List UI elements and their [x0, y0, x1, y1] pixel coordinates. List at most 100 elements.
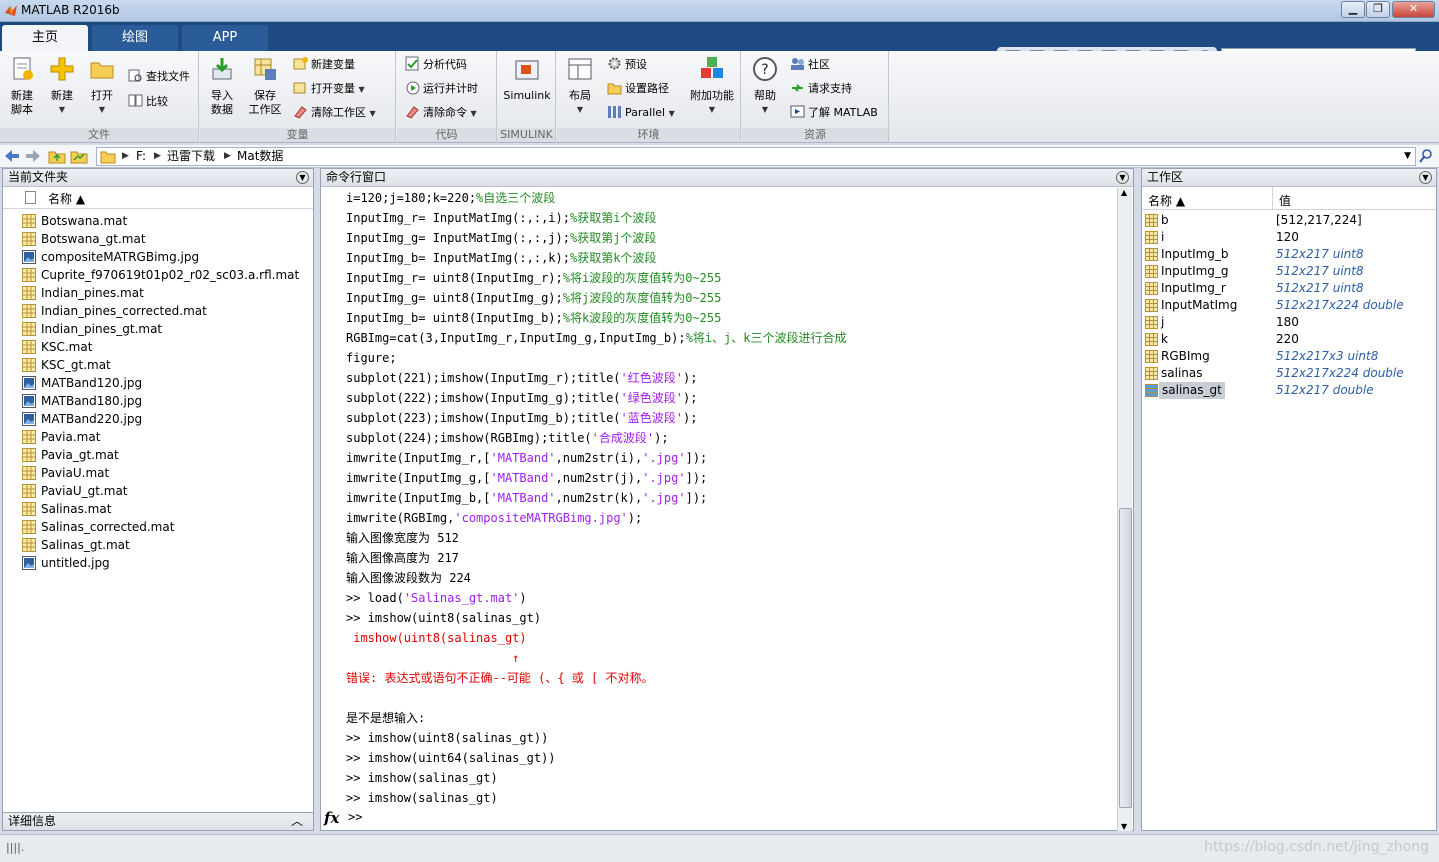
variable-icon	[1145, 316, 1158, 329]
mat-file-icon	[22, 520, 36, 534]
clear-commands-button[interactable]: 清除命令 ▼	[405, 104, 477, 122]
clear-commands-icon	[406, 106, 419, 119]
string-literal: 'MATBand'	[490, 491, 556, 505]
file-row[interactable]: compositeMATRGBimg.jpg	[3, 248, 313, 266]
file-row[interactable]: Salinas.mat	[3, 500, 313, 518]
chevron-up-icon[interactable]: ︿	[291, 813, 303, 830]
mat-file-icon	[22, 286, 36, 300]
address-field[interactable]: ▶ F: ▶ 迅雷下载 ▶ Mat数据 ▼	[96, 147, 1416, 166]
workspace-variable-row[interactable]: InputImg_g 512x217 uint8	[1142, 263, 1436, 280]
file-row[interactable]: Indian_pines.mat	[3, 284, 313, 302]
tab-apps[interactable]: APP	[182, 25, 268, 51]
file-row[interactable]: MATBand180.jpg	[3, 392, 313, 410]
file-row[interactable]: Pavia.mat	[3, 428, 313, 446]
file-row[interactable]: MATBand220.jpg	[3, 410, 313, 428]
layout-button[interactable]: 布局 ▼	[563, 55, 597, 117]
back-arrow-icon[interactable]	[3, 148, 21, 164]
file-row[interactable]: Cuprite_f970619t01p02_r02_sc03.a.rfl.mat	[3, 266, 313, 284]
panel-menu-icon[interactable]: ▼	[1419, 171, 1432, 184]
file-row[interactable]: KSC.mat	[3, 338, 313, 356]
value-column-header[interactable]: 值	[1279, 192, 1291, 209]
tab-home[interactable]: 主页	[2, 25, 88, 51]
file-row[interactable]: PaviaU.mat	[3, 464, 313, 482]
find-files-button[interactable]: 查找文件	[128, 68, 190, 86]
workspace-variable-row[interactable]: InputImg_r 512x217 uint8	[1142, 280, 1436, 297]
forward-arrow-icon[interactable]	[24, 148, 42, 164]
details-panel-header[interactable]: 详细信息 ︿	[2, 812, 314, 831]
workspace-variable-row[interactable]: RGBImg 512x217x3 uint8	[1142, 348, 1436, 365]
file-row[interactable]: MATBand120.jpg	[3, 374, 313, 392]
file-row[interactable]: Botswana.mat	[3, 212, 313, 230]
file-row[interactable]: PaviaU_gt.mat	[3, 482, 313, 500]
community-button[interactable]: 社区	[790, 56, 830, 74]
file-row[interactable]: Botswana_gt.mat	[3, 230, 313, 248]
breadcrumb-folder-downloads[interactable]: 迅雷下载	[167, 148, 215, 165]
new-variable-button[interactable]: 新建变量	[293, 56, 355, 74]
breadcrumb-folder-mat[interactable]: Mat数据	[237, 148, 283, 165]
address-dropdown-icon[interactable]: ▼	[1404, 148, 1411, 165]
tab-plots[interactable]: 绘图	[92, 25, 178, 51]
close-button[interactable]: ✕	[1392, 1, 1435, 18]
import-data-button[interactable]: 导入 数据	[204, 55, 240, 117]
workspace-variable-row[interactable]: k 220	[1142, 331, 1436, 348]
workspace-variable-row[interactable]: j 180	[1142, 314, 1436, 331]
help-button[interactable]: ? 帮助 ▼	[748, 55, 782, 117]
code-text: RGBImg=cat(3,InputImg_r,InputImg_g,Input…	[346, 331, 686, 345]
file-row[interactable]: Salinas_gt.mat	[3, 536, 313, 554]
command-output[interactable]: i=120;j=180;k=220;%自选三个波段 InputImg_r= Inp…	[346, 188, 1116, 831]
open-variable-button[interactable]: 打开变量 ▼	[293, 80, 365, 98]
add-ons-button[interactable]: 附加功能 ▼	[687, 55, 737, 117]
variable-value: 512x217x224 double	[1276, 298, 1404, 312]
simulink-button[interactable]: Simulink	[502, 55, 552, 103]
maximize-button[interactable]: ❐	[1366, 1, 1390, 18]
scroll-up-icon[interactable]: ▲	[1121, 188, 1127, 197]
name-column-header[interactable]: 名称 ▲	[3, 187, 313, 209]
workspace-variable-row[interactable]: i 120	[1142, 229, 1436, 246]
parallel-button[interactable]: Parallel ▼	[607, 104, 675, 122]
file-row[interactable]: Pavia_gt.mat	[3, 446, 313, 464]
clear-workspace-button[interactable]: 清除工作区 ▼	[293, 104, 376, 122]
preferences-button[interactable]: 预设	[607, 56, 647, 74]
search-icon[interactable]	[1418, 148, 1434, 164]
workspace-variable-row[interactable]: salinas_gt 512x217 double	[1142, 382, 1436, 399]
workspace-variable-row[interactable]: InputImg_b 512x217 uint8	[1142, 246, 1436, 263]
function-browser-icon[interactable]: fx	[324, 809, 339, 827]
save-workspace-button[interactable]: 保存 工作区	[244, 55, 286, 117]
command-line: imwrite(RGBImg,'compositeMATRGBimg.jpg')…	[346, 508, 1116, 528]
workspace-variable-row[interactable]: InputMatImg 512x217x224 double	[1142, 297, 1436, 314]
open-button[interactable]: 打开 ▼	[84, 55, 120, 117]
breadcrumb-drive[interactable]: F:	[136, 148, 146, 165]
run-and-time-button[interactable]: 运行并计时	[405, 80, 478, 98]
new-button[interactable]: 新建 ▼	[44, 55, 80, 117]
command-scrollbar[interactable]: ▲ ▼	[1117, 188, 1132, 831]
compare-button[interactable]: 比较	[128, 93, 168, 111]
file-row[interactable]: Salinas_corrected.mat	[3, 518, 313, 536]
file-row[interactable]: Indian_pines_corrected.mat	[3, 302, 313, 320]
request-support-button[interactable]: 请求支持	[790, 80, 852, 98]
new-script-button[interactable]: 新建 脚本	[4, 55, 40, 117]
current-folder-panel: 当前文件夹 ▼ 名称 ▲ Botswana.mat Botswana_gt.mat c…	[2, 168, 314, 831]
learn-matlab-button[interactable]: 了解 MATLAB	[790, 104, 878, 122]
set-path-button[interactable]: 设置路径	[607, 80, 669, 98]
minimize-button[interactable]: ▁	[1341, 1, 1365, 18]
up-folder-icon[interactable]	[48, 148, 66, 164]
code-text: subplot(224);imshow(RGBImg);title(	[346, 431, 592, 445]
panel-menu-icon[interactable]: ▼	[1116, 171, 1129, 184]
code-text: ,num2str(j),	[555, 471, 643, 485]
community-icon	[791, 58, 804, 70]
browse-folder-icon[interactable]	[70, 148, 88, 164]
workspace-variable-row[interactable]: salinas 512x217x224 double	[1142, 365, 1436, 382]
command-prompt[interactable]: >>	[348, 810, 362, 824]
workspace-variable-row[interactable]: b [512,217,224]	[1142, 212, 1436, 229]
scrollbar-thumb[interactable]	[1119, 508, 1132, 808]
name-column-header[interactable]: 名称 ▲	[1148, 192, 1185, 209]
file-row[interactable]: untitled.jpg	[3, 554, 313, 572]
folder-icon	[100, 151, 116, 164]
scroll-down-icon[interactable]: ▼	[1121, 822, 1127, 831]
file-row[interactable]: Indian_pines_gt.mat	[3, 320, 313, 338]
panel-menu-icon[interactable]: ▼	[296, 171, 309, 184]
variable-icon	[1145, 367, 1158, 380]
analyze-code-button[interactable]: 分析代码	[405, 56, 467, 74]
file-row[interactable]: KSC_gt.mat	[3, 356, 313, 374]
